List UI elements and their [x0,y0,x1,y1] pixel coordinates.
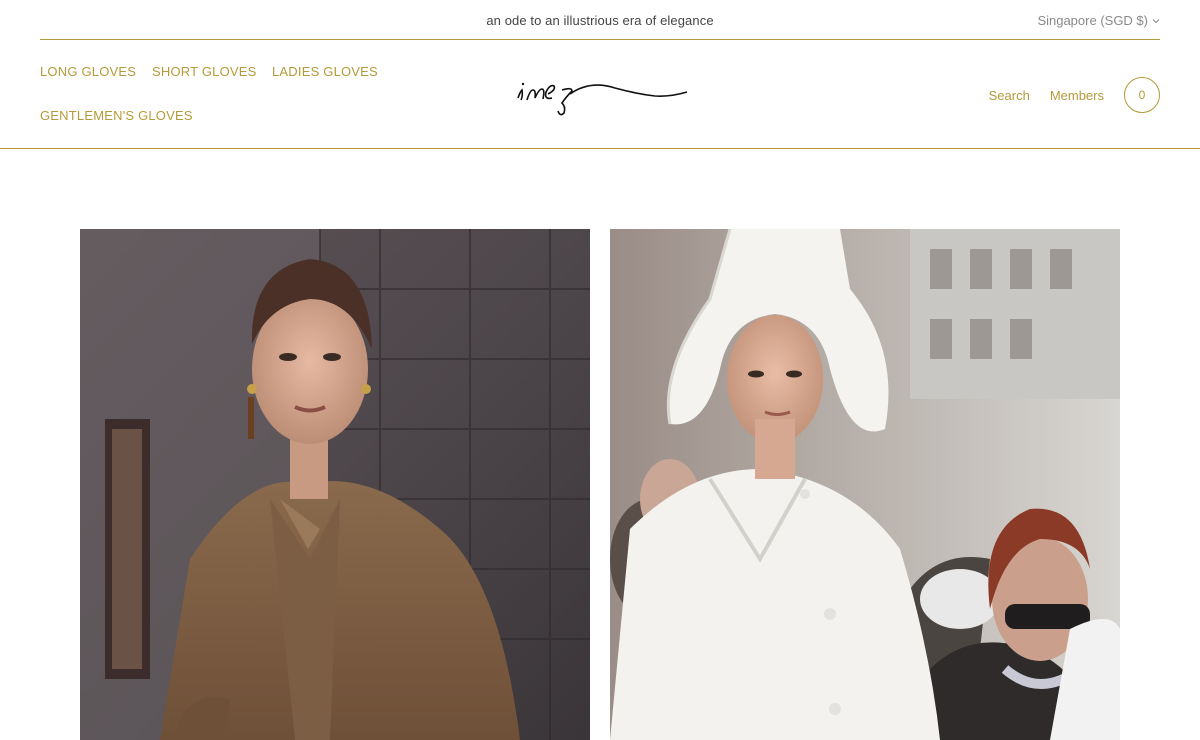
chevron-down-icon [1152,18,1160,23]
cart-button[interactable]: 0 [1124,77,1160,113]
region-label: Singapore (SGD $) [1037,13,1148,28]
brand-logo[interactable] [510,68,690,116]
nav-item-short-gloves[interactable]: SHORT GLOVES [152,64,257,79]
search-link[interactable]: Search [989,88,1030,103]
nav-item-long-gloves[interactable]: LONG GLOVES [40,64,136,79]
hero-image-left[interactable] [80,229,590,740]
photo-woman-blazer [80,229,590,740]
photo-woman-white-hat [610,229,1120,740]
site-header: LONG GLOVES SHORT GLOVES LADIES GLOVES G… [0,40,1200,149]
header-actions: Search Members 0 [989,77,1160,113]
cart-count: 0 [1138,88,1146,102]
members-link[interactable]: Members [1050,88,1104,103]
announcement-bar: an ode to an illustrious era of elegance… [40,0,1160,40]
logo-script-mark [517,82,688,116]
region-selector[interactable]: Singapore (SGD $) [1037,13,1160,28]
nav-item-gentlemens-gloves[interactable]: GENTLEMEN'S GLOVES [40,108,193,123]
hero-image-right[interactable] [610,229,1120,740]
nav-item-ladies-gloves[interactable]: LADIES GLOVES [272,64,378,79]
announcement-text: an ode to an illustrious era of elegance [486,13,714,28]
main-nav: LONG GLOVES SHORT GLOVES LADIES GLOVES G… [40,40,400,148]
